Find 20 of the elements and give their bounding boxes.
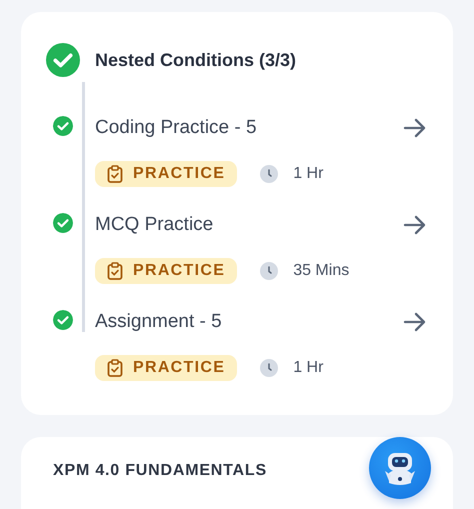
practice-tag: PRACTICE <box>95 258 238 284</box>
arrow-right-icon[interactable] <box>403 215 427 235</box>
clipboard-check-icon <box>107 262 123 280</box>
clock-icon <box>260 165 278 183</box>
clock-icon <box>260 359 278 377</box>
duration-text: 1 Hr <box>293 165 324 183</box>
practice-tag: PRACTICE <box>95 161 238 187</box>
arrow-right-icon[interactable] <box>403 312 427 332</box>
duration-text: 1 Hr <box>293 359 324 377</box>
duration-text: 35 Mins <box>293 262 350 280</box>
item-title[interactable]: MCQ Practice <box>95 214 214 236</box>
section-title: XPM 4.0 FUNDAMENTALS <box>53 462 267 479</box>
item-title[interactable]: Coding Practice - 5 <box>95 117 257 139</box>
practice-tag: PRACTICE <box>95 355 238 381</box>
clipboard-check-icon <box>107 359 123 377</box>
clock-icon <box>260 262 278 280</box>
item-title[interactable]: Assignment - 5 <box>95 311 222 333</box>
arrow-right-icon[interactable] <box>403 118 427 138</box>
module-title: Nested Conditions (3/3) <box>95 49 296 72</box>
clipboard-check-icon <box>107 165 123 183</box>
